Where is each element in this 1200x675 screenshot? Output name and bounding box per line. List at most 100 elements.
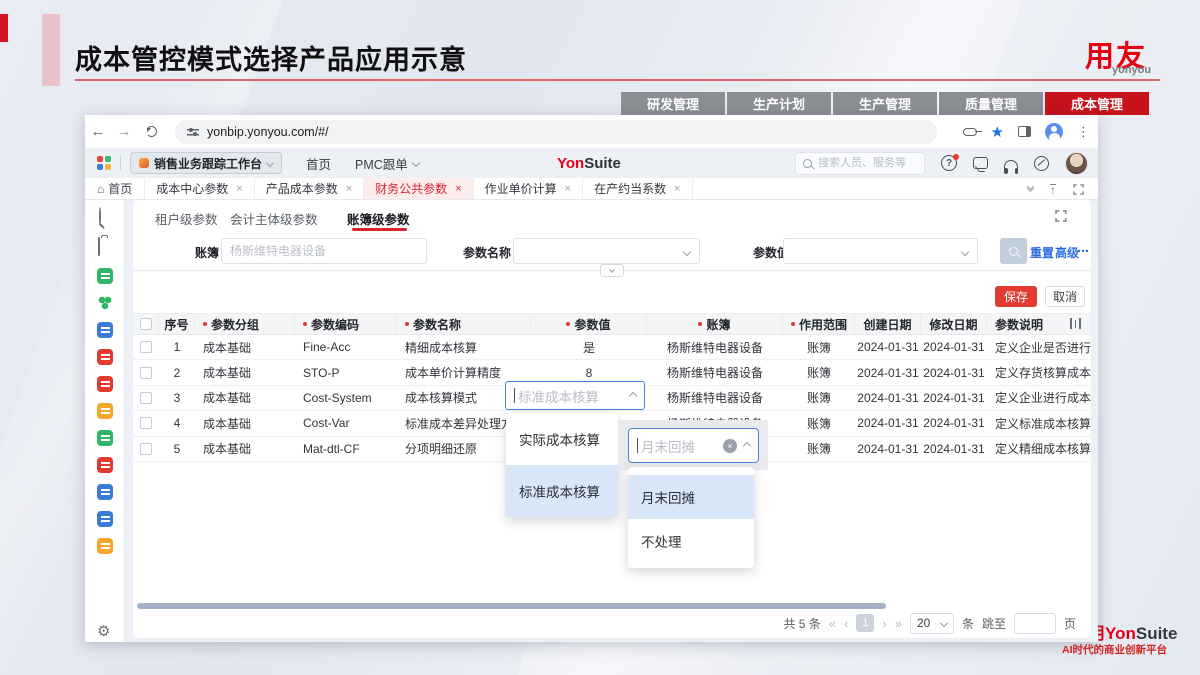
param-value-filter-select[interactable] [783, 238, 978, 264]
menu-pmc[interactable]: PMC跟单 [355, 154, 419, 173]
menu-home[interactable]: 首页 [306, 154, 331, 173]
tab-book-params[interactable]: 账簿级参数 [347, 209, 410, 228]
close-icon[interactable]: × [674, 183, 680, 195]
settings-gear-icon[interactable]: ⚙ [97, 624, 110, 640]
tab-wip-equivalent[interactable]: 在产约当系数× [582, 178, 692, 199]
row-checkbox[interactable] [140, 341, 152, 353]
row-checkbox[interactable] [140, 417, 152, 429]
tab-list-icon[interactable] [1028, 184, 1033, 194]
password-key-icon[interactable] [963, 128, 977, 136]
footer-tagline: AI时代的商业创新平台 [1062, 642, 1167, 657]
option-actual-cost[interactable]: 实际成本核算 [506, 413, 618, 465]
url-text[interactable]: yonbip.yonyou.com/#/ [207, 125, 329, 139]
close-icon[interactable]: × [236, 183, 242, 195]
filter-red-icon-2[interactable] [97, 457, 113, 473]
tab-tenant-params[interactable]: 租户级参数 [155, 209, 218, 228]
save-button[interactable]: 保存 [995, 286, 1037, 307]
browser-profile-icon[interactable] [1045, 123, 1063, 141]
browser-menu-icon[interactable]: ⋮ [1077, 124, 1090, 140]
tab-product-cost-params[interactable]: 产品成本参数× [254, 178, 363, 199]
puzzle-orange-icon[interactable] [97, 403, 113, 419]
org-green-icon[interactable] [97, 295, 113, 311]
avatar[interactable] [1065, 152, 1088, 175]
browser-back-icon[interactable]: ← [85, 123, 111, 140]
ledger-green-icon[interactable] [97, 268, 113, 284]
book-filter-input[interactable] [221, 238, 427, 264]
filter-red-icon[interactable] [97, 349, 113, 365]
tab-finance-public-params[interactable]: 财务公共参数× [363, 178, 472, 199]
mail-red-icon[interactable] [97, 376, 113, 392]
nav-tab-cost[interactable]: 成本管理 [1045, 92, 1149, 115]
book-filter-field[interactable] [230, 244, 418, 258]
compass-icon[interactable] [1034, 156, 1049, 171]
horizontal-scrollbar[interactable] [137, 603, 886, 609]
variance-combobox[interactable]: 月末回摊 × [628, 428, 759, 463]
row-checkbox[interactable] [140, 367, 152, 379]
browser-reload-icon[interactable] [146, 126, 157, 137]
column-settings-icon[interactable] [1070, 318, 1081, 329]
expand-icon[interactable] [1055, 210, 1067, 222]
close-icon[interactable]: × [455, 183, 461, 195]
nav-tab-plan[interactable]: 生产计划 [727, 92, 831, 115]
option-month-end-allocate[interactable]: 月末回摊 [628, 475, 754, 519]
cancel-button[interactable]: 取消 [1045, 286, 1085, 307]
collapse-filter-button[interactable] [600, 264, 624, 277]
close-icon[interactable]: × [346, 183, 352, 195]
support-headset-icon[interactable] [1004, 160, 1018, 169]
site-settings-icon[interactable] [187, 127, 199, 137]
message-icon[interactable] [973, 157, 988, 169]
page-size-select[interactable]: 20 [910, 613, 954, 634]
fullscreen-icon[interactable] [1073, 184, 1084, 195]
search-icon[interactable] [97, 208, 113, 224]
jump-page-input[interactable] [1014, 613, 1056, 634]
search-icon [803, 159, 812, 168]
app-launcher-icon[interactable] [97, 156, 111, 170]
module-nav-tabs: 研发管理 生产计划 生产管理 质量管理 成本管理 [621, 92, 1149, 115]
nav-tab-prod[interactable]: 生产管理 [833, 92, 937, 115]
url-bar[interactable]: yonbip.yonyou.com/#/ [175, 120, 937, 144]
home-icon: ⌂ [97, 182, 104, 196]
current-page[interactable]: 1 [856, 614, 874, 632]
tab-home[interactable]: ⌂ 首页 [85, 178, 144, 199]
more-icon[interactable]: ⋯ [1077, 244, 1089, 258]
side-panel-icon[interactable] [1018, 126, 1031, 137]
select-all-checkbox[interactable] [140, 318, 152, 330]
global-search-input[interactable] [818, 157, 908, 169]
nav-tab-quality[interactable]: 质量管理 [939, 92, 1043, 115]
clear-icon[interactable]: × [723, 439, 737, 453]
row-checkbox[interactable] [140, 392, 152, 404]
browser-forward-icon[interactable]: → [111, 123, 137, 140]
prev-page-icon[interactable]: ‹ [844, 616, 848, 631]
option-no-processing[interactable]: 不处理 [628, 519, 754, 563]
last-page-icon[interactable]: » [895, 616, 902, 631]
nav-tab-rd[interactable]: 研发管理 [621, 92, 725, 115]
workspace-selector[interactable]: 销售业务跟踪工作台 [130, 152, 282, 174]
doc-blue-icon[interactable] [97, 511, 113, 527]
first-page-icon[interactable]: « [829, 616, 836, 631]
bookmark-star-icon[interactable]: ★ [991, 123, 1004, 141]
help-icon[interactable]: ? [941, 155, 957, 171]
cost-mode-combobox[interactable]: 标准成本核算 [505, 381, 645, 410]
close-icon[interactable]: × [565, 183, 571, 195]
browser-address-bar: ← → yonbip.yonyou.com/#/ ★ ⋮ [85, 115, 1098, 148]
collapse-up-icon[interactable]: ↑ [1050, 184, 1056, 195]
option-standard-cost[interactable]: 标准成本核算 [506, 465, 618, 517]
global-search[interactable] [795, 152, 925, 175]
param-name-filter-select[interactable] [513, 238, 700, 264]
tab-entity-params[interactable]: 会计主体级参数 [230, 209, 318, 228]
basket-orange-icon[interactable] [97, 538, 113, 554]
next-page-icon[interactable]: › [882, 616, 886, 631]
reset-link[interactable]: 重置 [1030, 244, 1054, 261]
favorites-folder-icon[interactable] [97, 238, 113, 254]
chart-blue-icon[interactable] [97, 484, 113, 500]
row-checkbox[interactable] [140, 443, 152, 455]
content-area: ⚙ 租户级参数 会计主体级参数 账簿级参数 账簿 参数名称 参数值 [85, 200, 1098, 642]
calculator-green-icon[interactable] [97, 430, 113, 446]
chevron-down-icon [683, 248, 691, 256]
advanced-link[interactable]: 高级 [1055, 244, 1079, 261]
filter-search-button[interactable] [1000, 238, 1027, 264]
tab-cost-center-params[interactable]: 成本中心参数× [144, 178, 253, 199]
divider [120, 156, 121, 170]
user-blue-icon[interactable] [97, 322, 113, 338]
tab-job-unit-price[interactable]: 作业单价计算× [473, 178, 582, 199]
